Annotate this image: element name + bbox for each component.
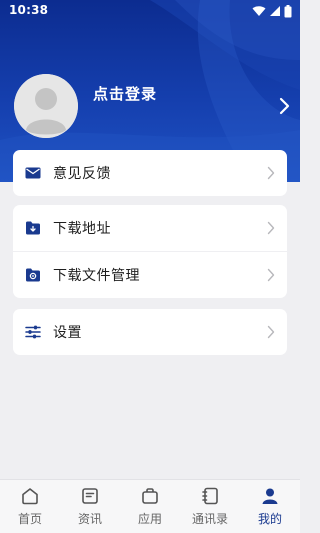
- nav-label: 资讯: [77, 512, 102, 526]
- download-card: 下载地址 下载文件管理: [13, 205, 287, 298]
- contacts-icon: [202, 487, 218, 505]
- menu-item-download-manager[interactable]: 下载文件管理: [13, 251, 287, 298]
- menu-item-feedback[interactable]: 意见反馈: [13, 150, 287, 196]
- avatar[interactable]: [14, 74, 78, 138]
- news-icon: [82, 488, 98, 504]
- profile-icon: [262, 488, 278, 504]
- nav-label: 通讯录: [191, 512, 228, 526]
- nav-label: 首页: [17, 512, 42, 526]
- menu-item-download-address[interactable]: 下载地址: [13, 205, 287, 251]
- chevron-right-icon[interactable]: [277, 97, 291, 115]
- menu-item-label: 下载文件管理: [53, 268, 140, 284]
- sliders-icon: [25, 325, 41, 339]
- chevron-right-icon: [267, 268, 275, 282]
- status-icons: [252, 4, 292, 18]
- nav-item-apps[interactable]: 应用: [120, 480, 180, 533]
- default-avatar-icon: [14, 74, 78, 138]
- menu-item-label: 意见反馈: [53, 166, 111, 182]
- profile-screen: 10:38 点击登录 意见反馈 下载地址 下载文件管理 设置 首页 资讯 应用 …: [0, 0, 300, 533]
- menu-item-label: 下载地址: [53, 221, 111, 237]
- nav-item-home[interactable]: 首页: [0, 480, 60, 533]
- nav-item-contacts[interactable]: 通讯录: [180, 480, 240, 533]
- nav-label: 应用: [137, 512, 162, 526]
- chevron-right-icon: [267, 166, 275, 180]
- wifi-icon: [252, 6, 266, 16]
- nav-item-profile[interactable]: 我的: [240, 480, 300, 533]
- status-time: 10:38: [9, 3, 49, 17]
- apps-icon: [142, 488, 158, 504]
- menu-item-label: 设置: [53, 325, 82, 341]
- menu-item-settings[interactable]: 设置: [13, 309, 287, 355]
- login-label[interactable]: 点击登录: [93, 83, 157, 104]
- home-icon: [22, 488, 38, 505]
- status-bar: 10:38: [0, 0, 300, 22]
- bottom-nav: 首页 资讯 应用 通讯录 我的: [0, 479, 300, 533]
- nav-item-news[interactable]: 资讯: [60, 480, 120, 533]
- battery-icon: [284, 4, 292, 17]
- chevron-right-icon: [267, 221, 275, 235]
- feedback-card: 意见反馈: [13, 150, 287, 196]
- mail-icon: [25, 167, 41, 179]
- signal-icon: [270, 6, 280, 16]
- folder-settings-icon: [26, 268, 40, 282]
- settings-card: 设置: [13, 309, 287, 355]
- folder-download-icon: [26, 221, 40, 235]
- chevron-right-icon: [267, 325, 275, 339]
- nav-label: 我的: [257, 512, 282, 526]
